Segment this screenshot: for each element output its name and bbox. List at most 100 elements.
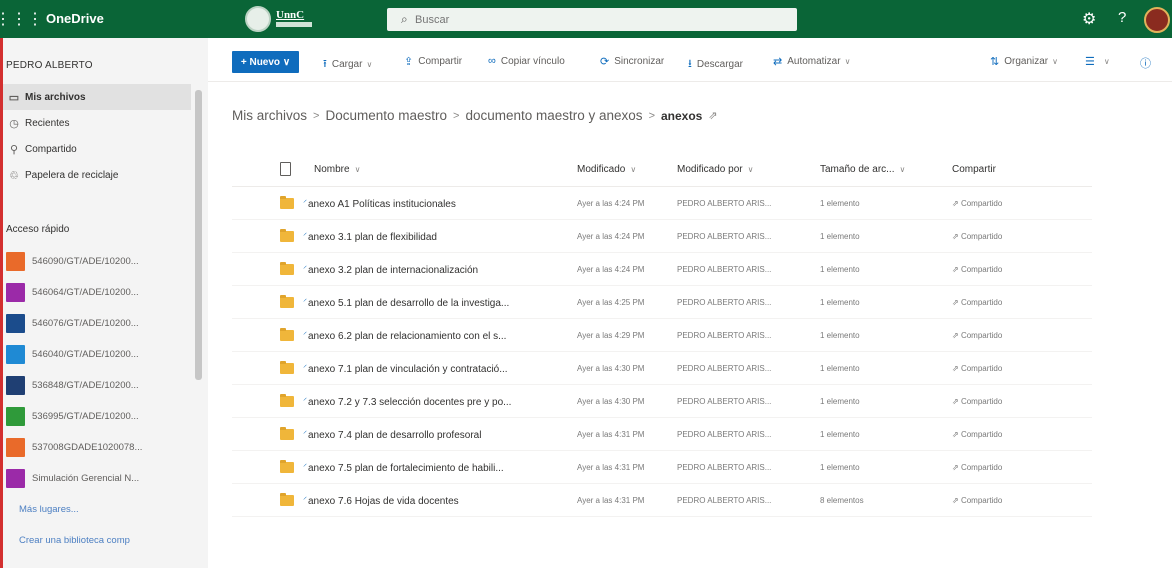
sharing-status[interactable]: ⇗ Compartido bbox=[952, 430, 1072, 439]
sharing-status[interactable]: ⇗ Compartido bbox=[952, 397, 1072, 406]
table-row[interactable]: ⸝ anexo 7.4 plan de desarrollo profesora… bbox=[232, 418, 1092, 451]
column-header-name[interactable]: Nombre ∨ bbox=[314, 164, 360, 175]
table-row[interactable]: ⸝ anexo 7.5 plan de fortalecimiento de h… bbox=[232, 451, 1092, 484]
sharing-label: Compartido bbox=[960, 232, 1003, 241]
command-bar: + Nuevo ∨ ⭱ Cargar ∨ ⇪ Compartir ∞ Copia… bbox=[208, 38, 1172, 82]
sharing-status[interactable]: ⇗ Compartido bbox=[952, 331, 1072, 340]
create-library-link[interactable]: Crear una biblioteca comp bbox=[19, 535, 130, 546]
nav-item-recent[interactable]: ◷ Recientes bbox=[3, 110, 191, 136]
share-button[interactable]: ⇪ Compartir bbox=[404, 55, 462, 68]
quick-access-label: 546076/GT/ADE/10200... bbox=[32, 317, 139, 329]
sharing-status[interactable]: ⇗ Compartido bbox=[952, 298, 1072, 307]
table-row[interactable]: ⸝ anexo 5.1 plan de desarrollo de la inv… bbox=[232, 286, 1092, 319]
modified-by: PEDRO ALBERTO ARIS... bbox=[677, 463, 772, 472]
upload-button[interactable]: ⭱ Cargar ∨ bbox=[323, 55, 372, 74]
breadcrumb-item[interactable]: Mis archivos bbox=[232, 108, 307, 123]
file-size: 1 elemento bbox=[820, 331, 860, 340]
breadcrumb-item[interactable]: Documento maestro bbox=[325, 108, 447, 123]
quick-access-item[interactable]: Simulación Gerencial N... bbox=[6, 466, 191, 490]
search-box[interactable]: ⌕ bbox=[387, 8, 797, 31]
table-row[interactable]: ⸝ anexo 3.1 plan de flexibilidad Ayer a … bbox=[232, 220, 1092, 253]
table-row[interactable]: ⸝ anexo 7.6 Hojas de vida docentes Ayer … bbox=[232, 484, 1092, 517]
quick-access-item[interactable]: 546076/GT/ADE/10200... bbox=[6, 311, 191, 335]
share-link-icon[interactable]: ⇗ bbox=[708, 109, 717, 122]
list-view-icon: ☰ bbox=[1085, 56, 1095, 68]
table-row[interactable]: ⸝ anexo 7.2 y 7.3 selección docentes pre… bbox=[232, 385, 1092, 418]
people-icon: ⚲ bbox=[9, 143, 19, 156]
quick-access-item[interactable]: 536848/GT/ADE/10200... bbox=[6, 373, 191, 397]
info-button[interactable]: ⓘ bbox=[1140, 55, 1156, 71]
flow-icon: ⇄ bbox=[773, 56, 783, 68]
quick-access-item[interactable]: 546064/GT/ADE/10200... bbox=[6, 280, 191, 304]
site-tile-icon bbox=[6, 437, 25, 457]
file-name[interactable]: anexo 7.6 Hojas de vida docentes bbox=[308, 496, 558, 507]
sharing-status[interactable]: ⇗ Compartido bbox=[952, 463, 1072, 472]
file-name[interactable]: anexo 7.5 plan de fortalecimiento de hab… bbox=[308, 463, 558, 474]
nav-item-recycle-bin[interactable]: ♲ Papelera de reciclaje bbox=[3, 162, 191, 188]
column-header-modified[interactable]: Modificado ∨ bbox=[577, 164, 636, 175]
modified-date: Ayer a las 4:24 PM bbox=[577, 232, 645, 241]
breadcrumb-item[interactable]: documento maestro y anexos bbox=[465, 108, 642, 123]
search-input[interactable] bbox=[415, 11, 785, 28]
sync-label: Sincronizar bbox=[614, 56, 665, 67]
quick-access-item[interactable]: 546040/GT/ADE/10200... bbox=[6, 342, 191, 366]
column-header-sharing[interactable]: Compartir bbox=[952, 164, 996, 175]
automate-button[interactable]: ⇄ Automatizar ∨ bbox=[773, 55, 850, 68]
column-header-size[interactable]: Tamaño de arc... ∨ bbox=[820, 164, 905, 175]
view-options-button[interactable]: ☰ ∨ bbox=[1085, 55, 1110, 68]
app-name[interactable]: OneDrive bbox=[46, 11, 104, 26]
file-type-icon[interactable] bbox=[280, 162, 291, 176]
column-label: Modificado bbox=[577, 164, 626, 175]
download-icon: ⭳ bbox=[688, 58, 692, 70]
file-name[interactable]: anexo 7.4 plan de desarrollo profesoral bbox=[308, 430, 558, 441]
file-name[interactable]: anexo 3.1 plan de flexibilidad bbox=[308, 232, 558, 243]
nav-scrollbar-thumb[interactable] bbox=[195, 90, 202, 380]
sharing-status[interactable]: ⇗ Compartido bbox=[952, 265, 1072, 274]
chevron-down-icon: ∨ bbox=[354, 165, 361, 174]
table-row[interactable]: ⸝ anexo 6.2 plan de relacionamiento con … bbox=[232, 319, 1092, 352]
file-name[interactable]: anexo 3.2 plan de internacionalización bbox=[308, 265, 558, 276]
modified-by: PEDRO ALBERTO ARIS... bbox=[677, 331, 772, 340]
sharing-status[interactable]: ⇗ Compartido bbox=[952, 496, 1072, 505]
download-button[interactable]: ⭳ Descargar bbox=[688, 55, 743, 74]
avatar[interactable] bbox=[1144, 7, 1170, 33]
new-button[interactable]: + Nuevo ∨ bbox=[232, 51, 299, 73]
file-name[interactable]: anexo 6.2 plan de relacionamiento con el… bbox=[308, 331, 558, 342]
quick-access-item[interactable]: 546090/GT/ADE/10200... bbox=[6, 249, 191, 273]
file-name[interactable]: anexo 7.2 y 7.3 selección docentes pre y… bbox=[308, 397, 558, 408]
sharing-status[interactable]: ⇗ Compartido bbox=[952, 199, 1072, 208]
quick-access-label: Simulación Gerencial N... bbox=[32, 472, 140, 484]
organize-button[interactable]: ⇅ Organizar ∨ bbox=[990, 55, 1058, 68]
folder-icon bbox=[280, 229, 294, 242]
file-name[interactable]: anexo 7.1 plan de vinculación y contrata… bbox=[308, 364, 558, 375]
app-launcher-icon[interactable]: ⋮⋮⋮ bbox=[0, 0, 43, 38]
chevron-right-icon: > bbox=[648, 109, 655, 122]
file-size: 1 elemento bbox=[820, 397, 860, 406]
copy-link-button[interactable]: ∞ Copiar vínculo bbox=[488, 55, 565, 67]
gear-icon[interactable]: ⚙ bbox=[1082, 9, 1096, 29]
file-name[interactable]: anexo A1 Políticas institucionales bbox=[308, 199, 558, 210]
modified-date: Ayer a las 4:29 PM bbox=[577, 331, 645, 340]
sharing-status[interactable]: ⇗ Compartido bbox=[952, 232, 1072, 241]
quick-access-item[interactable]: 537008GDADE1020078... bbox=[6, 435, 191, 459]
column-header-modified-by[interactable]: Modificado por ∨ bbox=[677, 164, 753, 175]
table-row[interactable]: ⸝ anexo 3.2 plan de internacionalización… bbox=[232, 253, 1092, 286]
chevron-down-icon: ∨ bbox=[844, 57, 851, 66]
file-name[interactable]: anexo 5.1 plan de desarrollo de la inves… bbox=[308, 298, 558, 309]
table-row[interactable]: ⸝ anexo 7.1 plan de vinculación y contra… bbox=[232, 352, 1092, 385]
quick-access-label: 537008GDADE1020078... bbox=[32, 441, 143, 453]
site-tile-icon bbox=[6, 468, 25, 488]
table-row[interactable]: ⸝ anexo A1 Políticas institucionales Aye… bbox=[232, 187, 1092, 220]
chevron-down-icon: ∨ bbox=[1103, 57, 1110, 66]
sync-button[interactable]: ⟳ Sincronizar bbox=[600, 55, 664, 68]
site-tile-icon bbox=[6, 406, 25, 426]
sharing-status[interactable]: ⇗ Compartido bbox=[952, 364, 1072, 373]
help-icon[interactable]: ? bbox=[1118, 9, 1126, 26]
more-places-link[interactable]: Más lugares... bbox=[19, 504, 79, 515]
nav-item-label: Mis archivos bbox=[25, 91, 86, 103]
search-icon: ⌕ bbox=[401, 12, 408, 26]
modified-by: PEDRO ALBERTO ARIS... bbox=[677, 364, 772, 373]
nav-item-shared[interactable]: ⚲ Compartido bbox=[3, 136, 191, 162]
quick-access-item[interactable]: 536995/GT/ADE/10200... bbox=[6, 404, 191, 428]
nav-item-my-files[interactable]: ▭ Mis archivos bbox=[3, 84, 191, 110]
